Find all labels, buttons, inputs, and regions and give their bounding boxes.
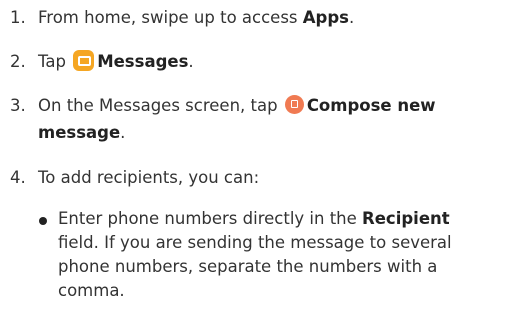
step-text: From home, swipe up to access Apps. xyxy=(38,4,354,31)
bullet-text-3: phone numbers, separate the numbers with… xyxy=(58,257,438,276)
messages-label: Messages xyxy=(97,52,189,71)
bullet-text-2: field. If you are sending the message to… xyxy=(58,233,452,252)
step-1-text: From home, swipe up to access xyxy=(38,8,303,27)
step-number: 3. xyxy=(10,96,26,115)
step-text: On the Messages screen, tap Compose new xyxy=(38,92,436,119)
step-number: 1. xyxy=(10,8,26,27)
step-number: 2. xyxy=(10,52,26,71)
step-2-period: . xyxy=(188,52,194,71)
compose-label-line1: Compose new xyxy=(306,96,436,115)
step-text: Tap Messages. xyxy=(38,48,194,75)
bullet-text-4: comma. xyxy=(58,281,125,300)
apps-label: Apps xyxy=(302,8,349,27)
step-1-period: . xyxy=(348,8,355,27)
step-number: 4. xyxy=(10,168,26,187)
messages-app-icon xyxy=(73,50,95,71)
step-text: message. xyxy=(38,119,125,146)
step-text: To add recipients, you can: xyxy=(38,168,260,187)
step-3-period: . xyxy=(120,123,126,142)
bullet-text-1: Enter phone numbers directly in the xyxy=(58,209,363,228)
compose-label-line2: message xyxy=(38,123,121,142)
bullet-text: Enter phone numbers directly in the Reci… xyxy=(58,205,450,232)
recipient-label: Recipient xyxy=(362,209,450,228)
compose-icon xyxy=(284,95,304,114)
step-2-text: Tap xyxy=(38,52,66,71)
bullet-dot xyxy=(39,217,47,225)
step-3-text: On the Messages screen, tap xyxy=(38,96,278,115)
